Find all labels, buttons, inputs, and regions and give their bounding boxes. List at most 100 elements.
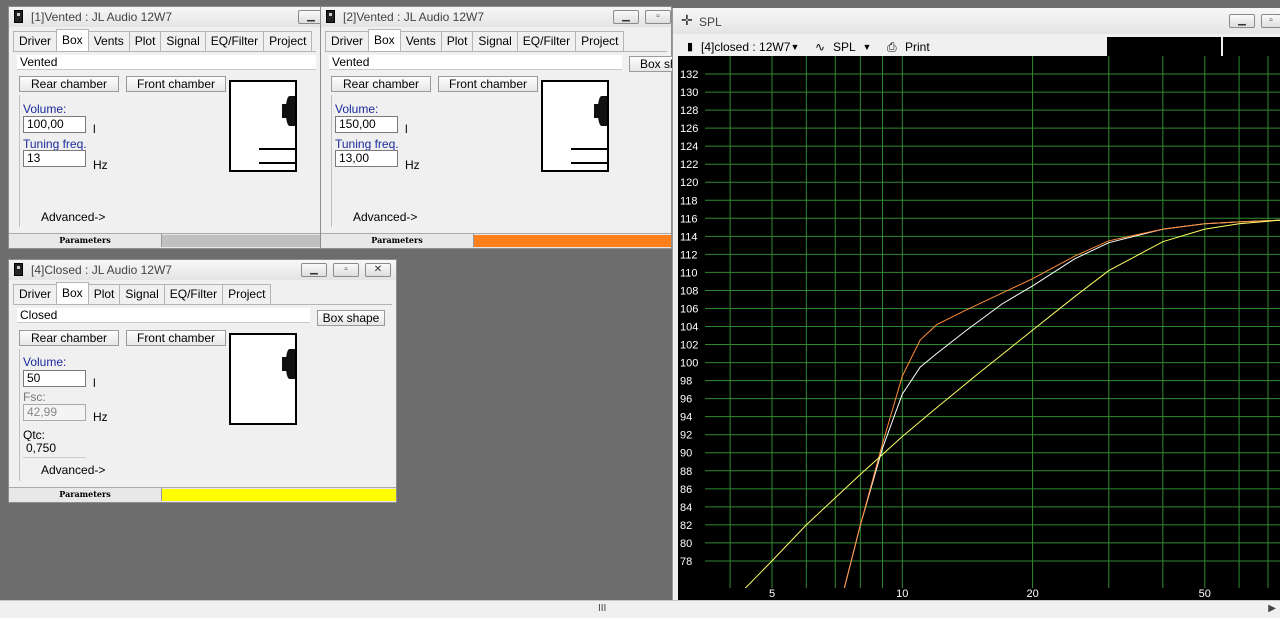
y-tick-label: 120 — [680, 177, 698, 189]
y-tick-label: 104 — [680, 322, 698, 334]
tab-project[interactable]: Project — [575, 31, 625, 51]
tab-eq-filter[interactable]: EQ/Filter — [516, 31, 577, 51]
tab-project[interactable]: Project — [222, 284, 272, 304]
front-chamber-button[interactable]: Front chamber — [126, 330, 226, 346]
tab-box[interactable]: Box — [56, 29, 89, 51]
x-axis-band — [705, 588, 1280, 600]
minimize-button[interactable]: ▁ — [613, 10, 639, 24]
volume-unit: l — [93, 122, 96, 136]
rear-chamber-button[interactable]: Rear chamber — [331, 76, 431, 92]
y-tick-label: 110 — [680, 267, 698, 279]
tab-box[interactable]: Box — [368, 29, 401, 51]
maximize-button[interactable]: ▫ — [1261, 14, 1280, 28]
vented-window-2[interactable]: [2]Vented : JL Audio 12W7 ▁ ▫ Driver Box V… — [320, 6, 679, 249]
tab-divider — [13, 304, 392, 305]
project-selector[interactable]: [4]closed : 12W7 — [701, 38, 790, 56]
tab-eq-filter[interactable]: EQ/Filter — [163, 284, 224, 304]
mode-selector[interactable]: SPL — [833, 38, 856, 56]
chevron-down-icon[interactable]: ▼ — [861, 40, 873, 54]
app-icon — [326, 10, 335, 23]
window-titlebar[interactable]: [1]Vented : JL Audio 12W7 ▁ — [9, 7, 324, 27]
minimize-button[interactable]: ▁ — [301, 263, 327, 277]
box-type-field[interactable]: Vented — [17, 55, 316, 70]
tab-plot[interactable]: Plot — [87, 284, 121, 304]
scroll-right-arrow-icon[interactable]: ▶ — [1268, 603, 1276, 614]
volume-input[interactable]: 100,00 — [23, 116, 86, 133]
spl-chart-svg: 78 80 82 84 86 88 90 92 94 96 98 100 102 104 106 108 110… — [680, 56, 1280, 600]
spl-series-line-2 — [843, 219, 1280, 588]
y-tick-label: 90 — [680, 448, 692, 460]
fsc-label: Fsc: — [23, 390, 46, 404]
box-shape-button[interactable]: Box shape — [317, 310, 385, 326]
rear-chamber-button[interactable]: Rear chamber — [19, 76, 119, 92]
y-tick-label: 122 — [680, 159, 698, 171]
tab-driver[interactable]: Driver — [13, 31, 57, 51]
front-chamber-button[interactable]: Front chamber — [438, 76, 538, 92]
y-tick-label: 124 — [680, 141, 698, 153]
closed-window-4[interactable]: [4]Closed : JL Audio 12W7 ▁ ▫ ✕ Driver Bo… — [8, 259, 397, 503]
horizontal-scrollbar[interactable]: III ▶ — [0, 600, 1280, 618]
spl-titlebar[interactable]: ✛ SPL ▁ ▫ — [673, 8, 1280, 34]
tab-signal[interactable]: Signal — [119, 284, 165, 304]
tab-driver[interactable]: Driver — [13, 284, 57, 304]
spl-chart[interactable]: 78 80 82 84 86 88 90 92 94 96 98 100 102 104 106 108 110… — [678, 56, 1280, 600]
tab-divider — [325, 51, 667, 52]
tab-vents[interactable]: Vents — [399, 31, 442, 51]
box-diagram — [229, 80, 297, 172]
y-tick-label: 108 — [680, 285, 698, 297]
spl-series-line-1 — [843, 219, 1280, 588]
minimize-button[interactable]: ▁ — [1229, 14, 1255, 28]
port-line — [259, 148, 295, 150]
advanced-link[interactable]: Advanced-> — [41, 463, 105, 477]
spl-window[interactable]: ✛ SPL ▁ ▫ ▮ [4]closed : 12W7 ▼ ∿ SPL ▼ ⎙… — [672, 8, 1280, 600]
box-type-field[interactable]: Vented — [329, 55, 622, 70]
print-button[interactable]: Print — [905, 38, 930, 56]
y-tick-label: 94 — [680, 412, 692, 424]
tab-strip: Driver Box Vents Plot Signal EQ/Filter Project — [325, 29, 625, 51]
tuning-freq-input[interactable]: 13 — [23, 150, 86, 167]
x-tick-label: 50 — [1199, 588, 1211, 600]
parameters-statusbar: Parameters — [321, 233, 671, 248]
advanced-link[interactable]: Advanced-> — [353, 210, 417, 224]
y-tick-label: 126 — [680, 123, 698, 135]
port-line — [259, 162, 295, 164]
vented-window-1[interactable]: [1]Vented : JL Audio 12W7 ▁ Driver Box Ven… — [8, 6, 324, 249]
y-tick-label: 116 — [680, 213, 698, 225]
y-tick-label: 114 — [680, 231, 698, 243]
maximize-button[interactable]: ▫ — [645, 10, 671, 24]
tab-project[interactable]: Project — [263, 31, 313, 51]
volume-unit: l — [93, 376, 96, 390]
y-tick-label: 112 — [680, 249, 698, 261]
front-chamber-button[interactable]: Front chamber — [126, 76, 226, 92]
window-titlebar[interactable]: [4]Closed : JL Audio 12W7 ▁ ▫ ✕ — [9, 260, 396, 280]
tab-signal[interactable]: Signal — [472, 31, 518, 51]
spl-toolbar: ▮ [4]closed : 12W7 ▼ ∿ SPL ▼ ⎙ Print — [673, 34, 1280, 58]
parameters-statusbar: Parameters — [9, 487, 396, 502]
tab-driver[interactable]: Driver — [325, 31, 369, 51]
driver-magnet-icon — [594, 104, 600, 118]
qtc-value: 0,750 — [23, 441, 86, 458]
parameters-statusbar: Parameters — [9, 233, 320, 248]
advanced-link[interactable]: Advanced-> — [41, 210, 105, 224]
fsc-input: 42,99 — [23, 404, 86, 421]
close-button[interactable]: ✕ — [365, 263, 391, 277]
y-tick-label: 118 — [680, 195, 698, 207]
tab-signal[interactable]: Signal — [160, 31, 206, 51]
volume-input[interactable]: 150,00 — [335, 116, 398, 133]
tab-plot[interactable]: Plot — [440, 31, 474, 51]
tab-vents[interactable]: Vents — [87, 31, 130, 51]
tab-plot[interactable]: Plot — [128, 31, 162, 51]
window-titlebar[interactable]: [2]Vented : JL Audio 12W7 ▁ ▫ — [321, 7, 671, 27]
qtc-label: Qtc: — [23, 428, 46, 442]
volume-input[interactable]: 50 — [23, 370, 86, 387]
tuning-freq-input[interactable]: 13,00 — [335, 150, 398, 167]
rear-chamber-button[interactable]: Rear chamber — [19, 330, 119, 346]
box-type-field[interactable]: Closed — [17, 308, 310, 323]
status-color-bar — [162, 489, 396, 501]
chevron-down-icon[interactable]: ▼ — [789, 40, 801, 54]
tab-box[interactable]: Box — [56, 282, 89, 304]
maximize-button[interactable]: ▫ — [333, 263, 359, 277]
tab-eq-filter[interactable]: EQ/Filter — [204, 31, 265, 51]
status-color-bar — [474, 235, 671, 247]
scrollbar-grip[interactable]: III — [598, 603, 606, 614]
